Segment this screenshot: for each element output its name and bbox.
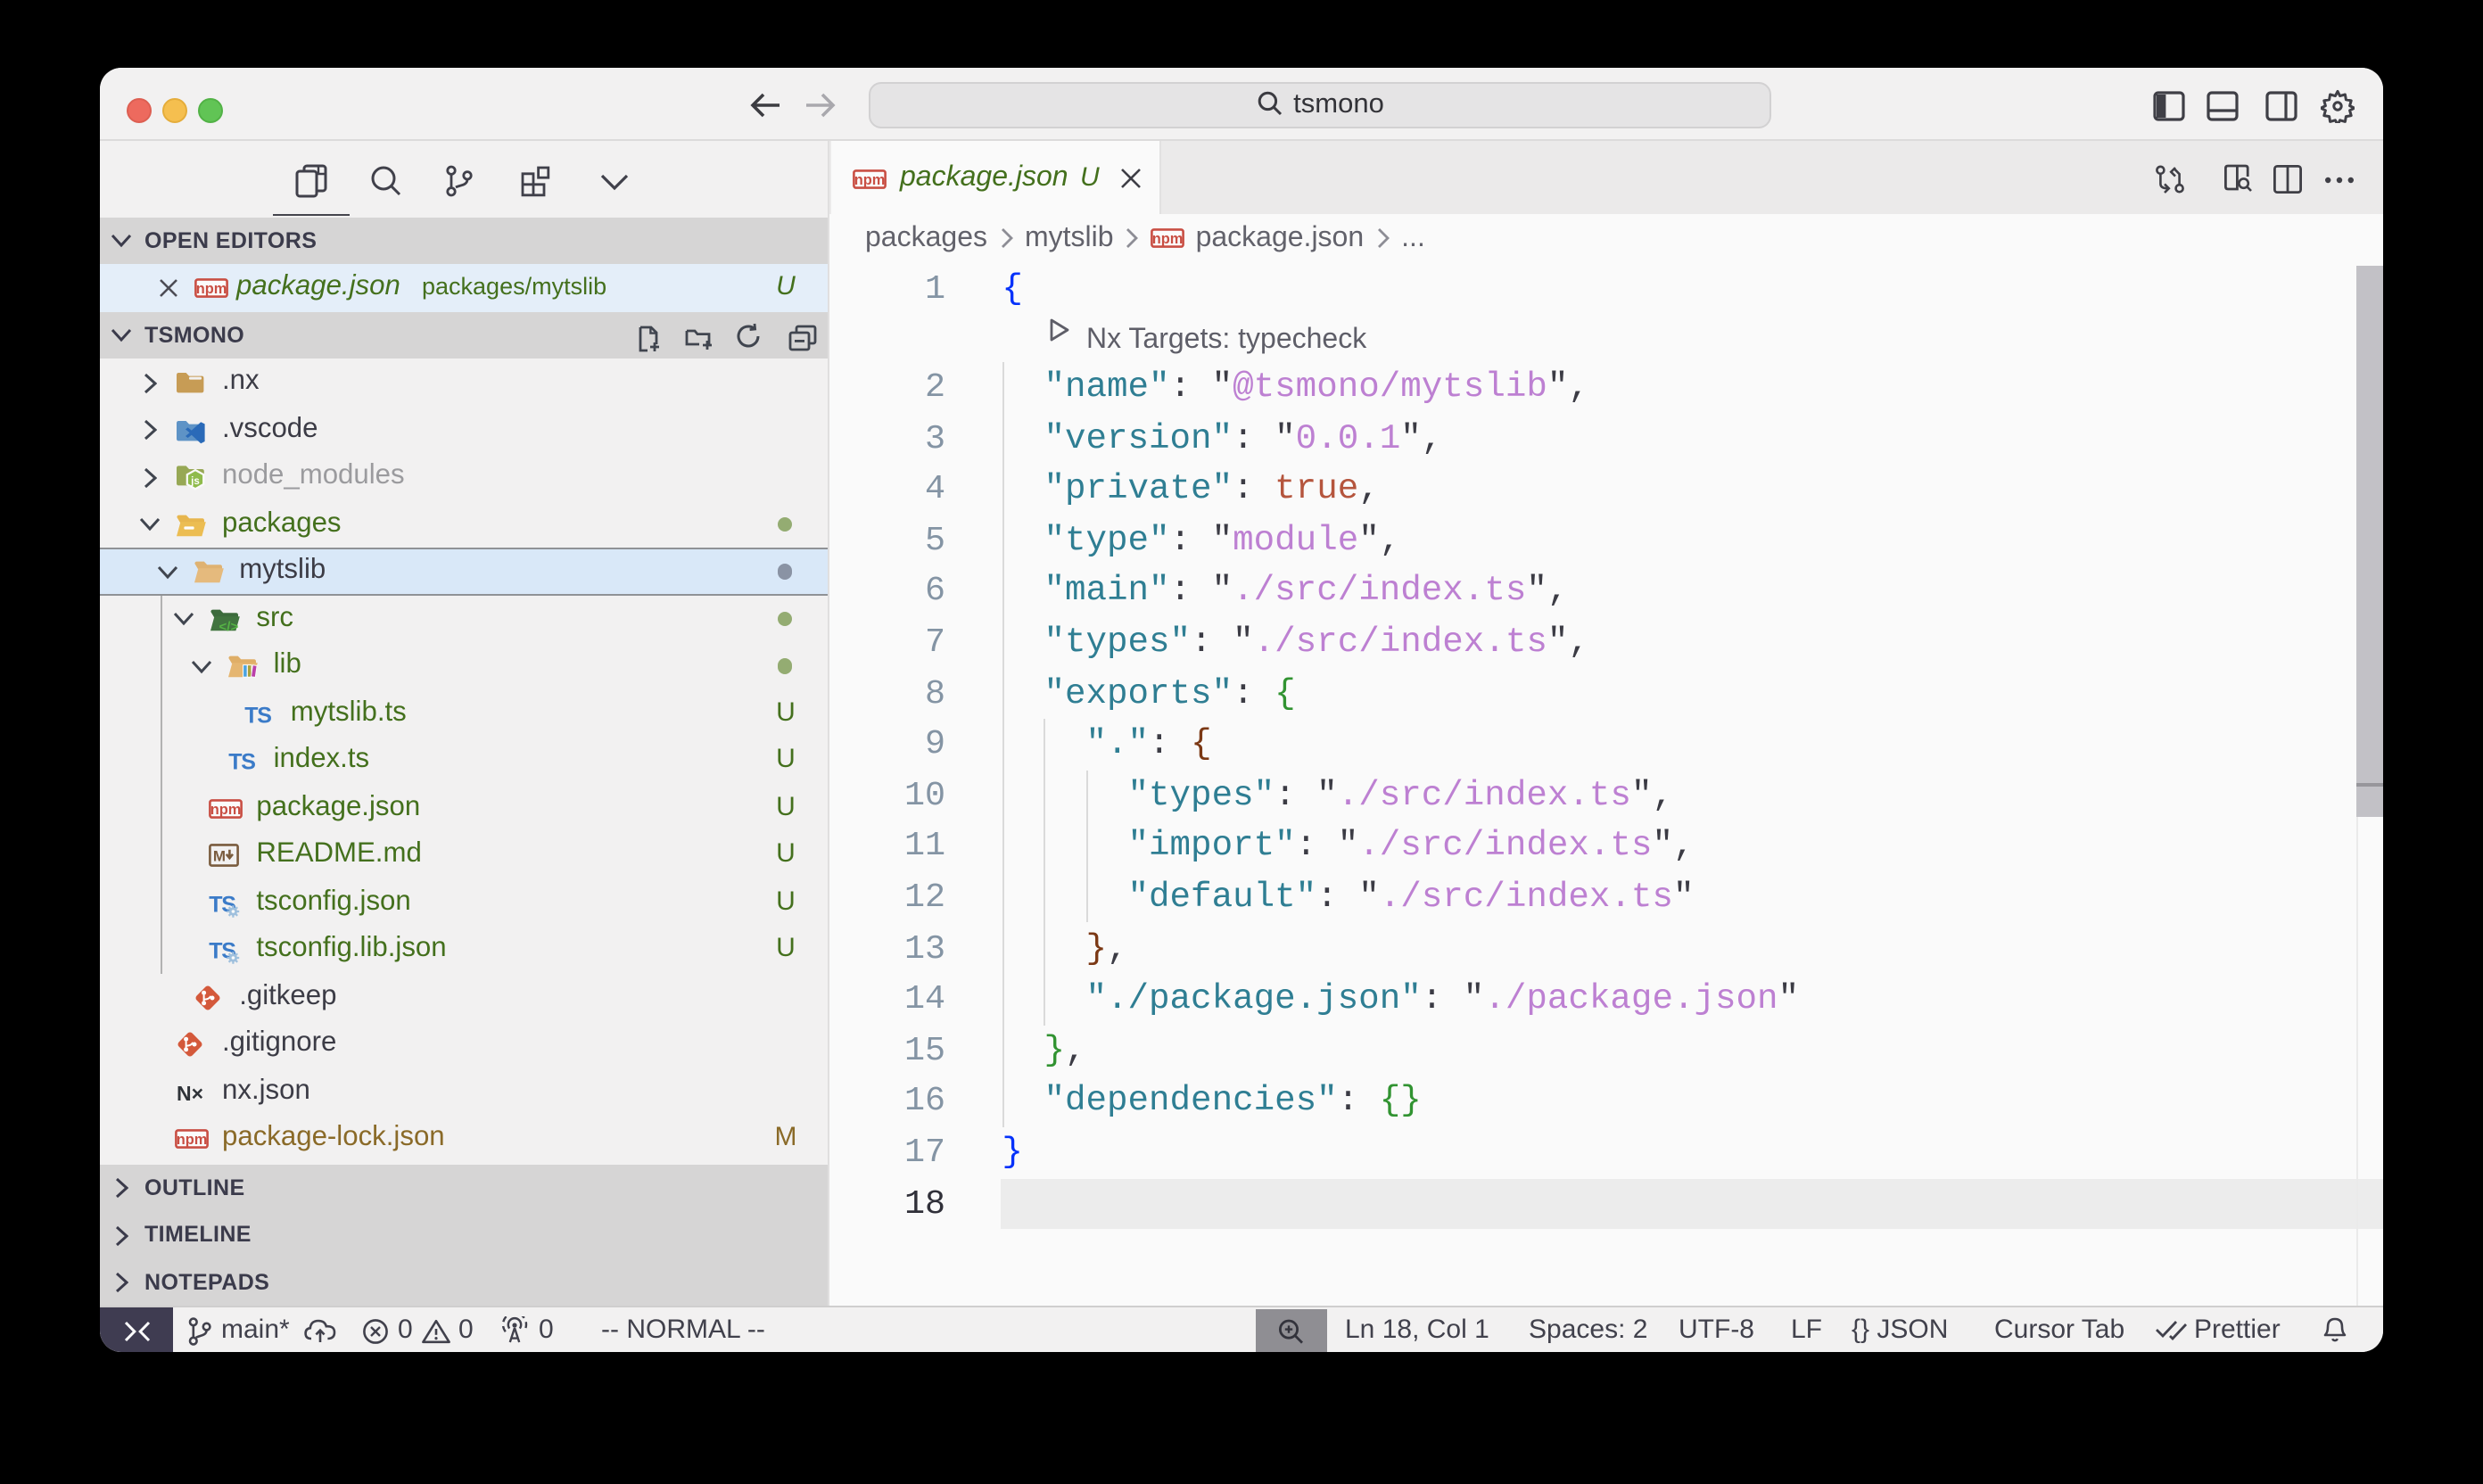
svg-text:npm: npm — [854, 172, 885, 188]
svg-text:TS: TS — [228, 750, 255, 775]
svg-text:npm: npm — [1152, 231, 1184, 247]
svg-text:N×: N× — [177, 1081, 203, 1104]
svg-text:js: js — [190, 475, 200, 487]
svg-text:npm: npm — [177, 1133, 208, 1149]
svg-text:M: M — [213, 848, 226, 865]
svg-text:npm: npm — [210, 802, 242, 818]
svg-text:TS: TS — [245, 703, 272, 728]
svg-text:npm: npm — [196, 282, 227, 298]
svg-text:</>: </> — [219, 619, 239, 632]
